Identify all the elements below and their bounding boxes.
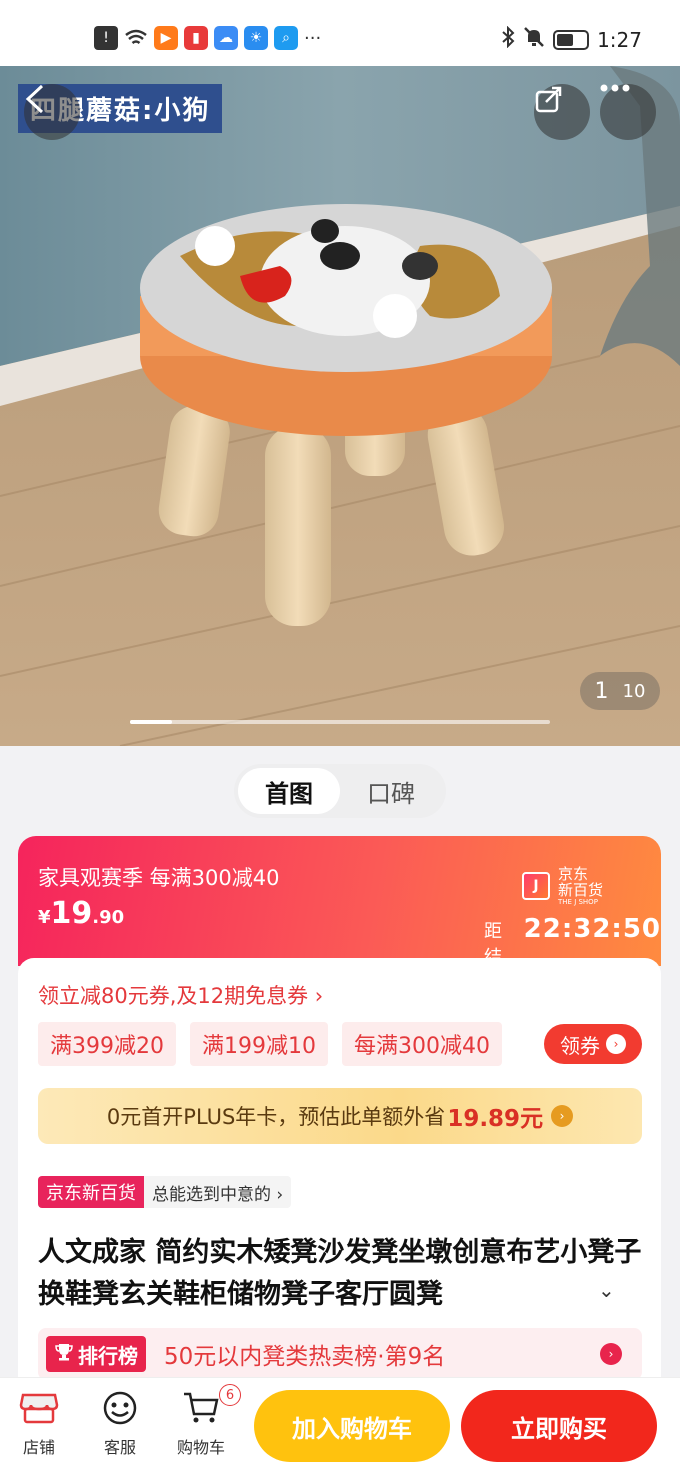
service-face-icon [100,1390,140,1426]
price: ¥19.90 [38,896,125,931]
wifi-icon [124,26,148,50]
customer-service-tab[interactable]: 客服 [85,1390,155,1458]
share-button[interactable] [534,84,590,140]
notification-icons: ! ▶ ▮ ☁ ☀ ⌕ ··· [94,26,321,50]
coupon-chips: 满399减20 满199减10 每满300减40 [38,1022,502,1066]
jd-logo-icon: J [522,872,550,900]
store-icon [19,1390,59,1426]
back-button[interactable] [24,84,80,140]
total-pages: 10 [622,680,646,702]
mute-icon [523,26,545,53]
product-photo [0,66,680,746]
cart-icon: 6 [181,1384,241,1426]
cloud-app-icon: ☁ [214,26,238,50]
shop-tab[interactable]: 店铺 [4,1390,74,1458]
alert-icon: ! [94,26,118,50]
shop-tag[interactable]: 京东新百货 总能选到中意的 › [38,1176,292,1208]
plus-amount: 19.89元 [447,1106,544,1132]
current-page: 1 [594,678,609,704]
battery-icon [553,29,590,50]
logo-name: 京东 新百货 [558,865,604,899]
chevron-right-icon: › [600,1343,622,1365]
bluetooth-icon [501,25,515,53]
product-image-carousel[interactable]: 四腿蘑菇:小狗 1 10 [0,66,680,746]
jd-new-department-store-logo: J 京东 新百货 THE J SHOP [522,866,603,906]
product-title: 人文成家 简约实木矮凳沙发凳坐墩创意布艺小凳子换鞋凳玄关鞋柜储物凳子客厅圆凳 [38,1237,642,1310]
ranking-badge: 排行榜 [46,1336,146,1372]
plus-text: 0元首开PLUS年卡，预估此单额外省 [106,1105,446,1129]
coupon-chip[interactable]: 满399减20 [38,1022,176,1066]
chevron-right-icon: › [606,1034,626,1054]
promo-title: 家具观赛季 每满300减40 [38,866,280,890]
product-info-card: 领立减80元券,及12期免息券 › 满399减20 满199减10 每满300减… [18,958,661,1398]
promo-banner: 家具观赛季 每满300减40 ¥19.90 J 京东 新百货 THE J SHO… [18,836,661,966]
shop-slogan: 总能选到中意的 › [144,1176,292,1208]
get-coupon-button[interactable]: 领券 › [544,1024,642,1064]
trophy-icon [54,1342,74,1367]
media-tabs: 首图 口碑 [234,764,446,818]
page-indicator: 1 10 [580,672,660,710]
buy-now-button[interactable]: 立即购买 [461,1390,657,1462]
coupon-link[interactable]: 领立减80元券,及12期免息券 › [38,980,323,1010]
clock: 1:27 [597,27,642,52]
carousel-progress [130,720,550,724]
tab-reviews[interactable]: 口碑 [340,768,442,814]
video-app-icon: ▶ [154,26,178,50]
more-button[interactable] [600,84,656,140]
shop-name: 京东新百货 [38,1176,144,1208]
cart-count-badge: 6 [219,1384,241,1406]
countdown-time: 22:32:50 [523,914,661,944]
coupon-chip[interactable]: 每满300减40 [342,1022,502,1066]
plus-membership-bar[interactable]: 0元首开PLUS年卡，预估此单额外省 19.89元 › [38,1088,642,1144]
coupon-chip[interactable]: 满199减10 [190,1022,328,1066]
weather-app-icon: ☀ [244,26,268,50]
cart-tab[interactable]: 6 购物车 [166,1384,241,1458]
chevron-right-icon: › [551,1105,574,1127]
ranking-bar[interactable]: 排行榜 50元以内凳类热卖榜·第9名 › [38,1328,642,1380]
bottom-action-bar: 店铺 客服 6 购物车 加入购物车 立即购买 [0,1377,680,1473]
search-app-icon: ⌕ [274,26,298,50]
book-app-icon: ▮ [184,26,208,50]
expand-title-icon[interactable]: ⌄ [598,1278,615,1302]
logo-subtitle: THE J SHOP [558,898,598,906]
ranking-text: 50元以内凳类热卖榜·第9名 [164,1344,446,1370]
tab-main-image[interactable]: 首图 [238,768,340,814]
add-to-cart-button[interactable]: 加入购物车 [254,1390,450,1462]
more-icon: ··· [304,27,322,49]
status-bar: ! ▶ ▮ ☁ ☀ ⌕ ··· 1:27 [0,0,680,66]
